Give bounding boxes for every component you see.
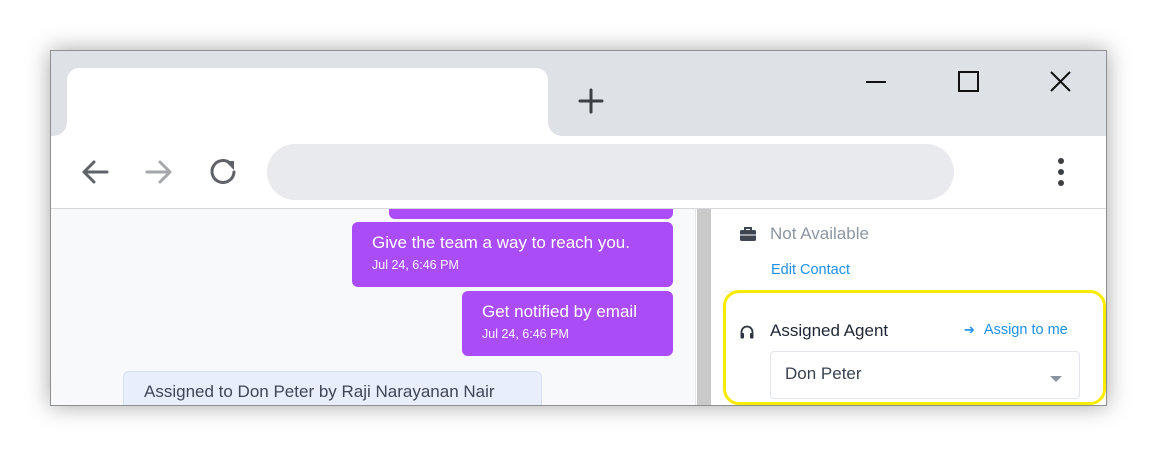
outgoing-message: Give the team a way to reach you. Jul 24… [352, 222, 673, 287]
minimize-icon[interactable] [853, 65, 899, 99]
assigned-agent-label: Assigned Agent [770, 321, 889, 340]
reload-icon[interactable] [205, 154, 241, 190]
address-bar[interactable] [267, 144, 954, 200]
outgoing-message: Get notified by email Jul 24, 6:46 PM [462, 291, 673, 356]
maximize-icon[interactable] [945, 65, 991, 99]
plus-icon[interactable] [577, 87, 605, 115]
briefcase-icon [740, 227, 756, 241]
browser-window: Give the team a way to reach you. Jul 24… [50, 50, 1107, 406]
kebab-menu-icon[interactable] [1047, 154, 1075, 190]
page-content: Give the team a way to reach you. Jul 24… [51, 209, 1106, 405]
selected-agent: Don Peter [785, 364, 862, 383]
browser-tab[interactable] [67, 68, 548, 136]
assign-to-me-button[interactable]: ➔ Assign to me [964, 322, 1068, 338]
chevron-down-icon [1050, 376, 1062, 382]
message-text: Get notified by email [482, 302, 637, 321]
forward-arrow-icon[interactable] [141, 154, 177, 190]
conversation-pane[interactable]: Give the team a way to reach you. Jul 24… [51, 209, 695, 405]
headset-icon [740, 325, 754, 339]
arrow-right-icon: ➔ [964, 322, 975, 337]
activity-message: Assigned to Don Peter by Raji Narayanan … [123, 371, 542, 405]
edit-contact-link[interactable]: Edit Contact [771, 262, 850, 278]
browser-toolbar [51, 136, 1106, 209]
panel-resize-handle[interactable] [697, 209, 711, 405]
agent-select[interactable]: Don Peter [770, 351, 1080, 399]
message-text: Give the team a way to reach you. [372, 233, 630, 252]
assign-to-me-label: Assign to me [983, 322, 1068, 338]
message-timestamp: Jul 24, 6:46 PM [372, 258, 459, 272]
contact-panel: Not Available Edit Contact Assigned Agen… [713, 209, 1106, 405]
message-timestamp: Jul 24, 6:46 PM [482, 327, 569, 341]
outgoing-message-partial [389, 209, 673, 219]
company-name: Not Available [770, 224, 869, 243]
back-arrow-icon[interactable] [77, 154, 113, 190]
tab-strip [51, 51, 1106, 136]
close-icon[interactable] [1037, 65, 1083, 99]
